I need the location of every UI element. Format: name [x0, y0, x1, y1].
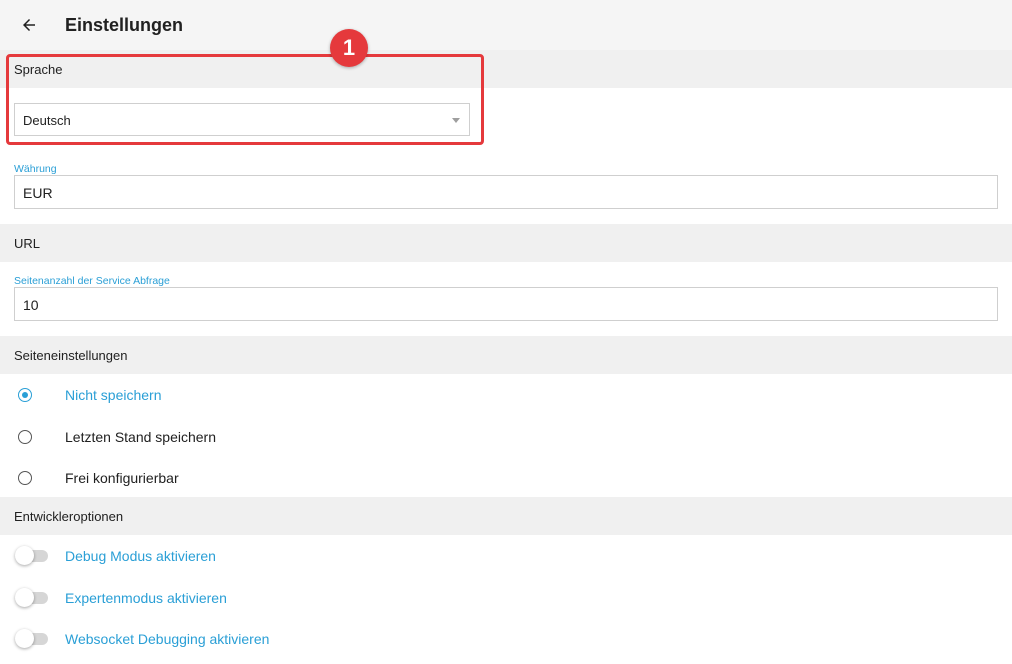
radio-button[interactable] [18, 430, 32, 444]
language-select-value: Deutsch [23, 113, 71, 128]
radio-label: Frei konfigurierbar [65, 470, 179, 486]
toggle-row-expert[interactable]: Expertenmodus aktivieren [0, 578, 1012, 618]
top-bar: Einstellungen [0, 0, 1012, 50]
section-title-url: URL [14, 236, 41, 251]
section-title-language: Sprache [14, 62, 63, 77]
toggle-row-debug[interactable]: Debug Modus aktivieren [0, 536, 1012, 576]
arrow-left-icon [23, 19, 35, 31]
page-count-label: Seitenanzahl der Service Abfrage [14, 275, 170, 287]
section-header-page-settings: Seiteneinstellungen [0, 336, 1012, 374]
toggle-row-websocket[interactable]: Websocket Debugging aktivieren [0, 619, 1012, 659]
radio-label: Nicht speichern [65, 387, 162, 403]
page-count-input[interactable]: 10 [14, 287, 998, 321]
annotation-step-badge: 1 [330, 29, 368, 67]
page-count-input-value: 10 [23, 297, 39, 313]
toggle-thumb [15, 588, 34, 607]
toggle-label: Websocket Debugging aktivieren [65, 631, 270, 647]
radio-option-nicht-speichern[interactable]: Nicht speichern [0, 374, 1012, 414]
toggle-label: Debug Modus aktivieren [65, 548, 216, 564]
section-header-language: Sprache [0, 50, 1012, 88]
language-select[interactable]: Deutsch [14, 103, 470, 136]
radio-label: Letzten Stand speichern [65, 429, 216, 445]
page-title: Einstellungen [65, 15, 184, 35]
currency-input-value: EUR [23, 185, 53, 201]
section-header-developer: Entwickleroptionen [0, 497, 1012, 535]
section-title-page-settings: Seiteneinstellungen [14, 348, 128, 363]
section-header-url: URL [0, 224, 1012, 262]
toggle-thumb [15, 546, 34, 565]
back-button[interactable] [14, 10, 44, 40]
radio-option-frei-konfigurierbar[interactable]: Frei konfigurierbar [0, 457, 1012, 497]
currency-input[interactable]: EUR [14, 175, 998, 209]
chevron-down-icon [452, 118, 460, 123]
radio-button-checked[interactable] [18, 388, 32, 402]
radio-button[interactable] [18, 471, 32, 485]
section-title-developer: Entwickleroptionen [14, 509, 124, 524]
radio-option-letzten-stand[interactable]: Letzten Stand speichern [0, 416, 1012, 456]
toggle-thumb [15, 629, 34, 648]
toggle-label: Expertenmodus aktivieren [65, 590, 227, 606]
currency-label: Währung [14, 163, 57, 175]
